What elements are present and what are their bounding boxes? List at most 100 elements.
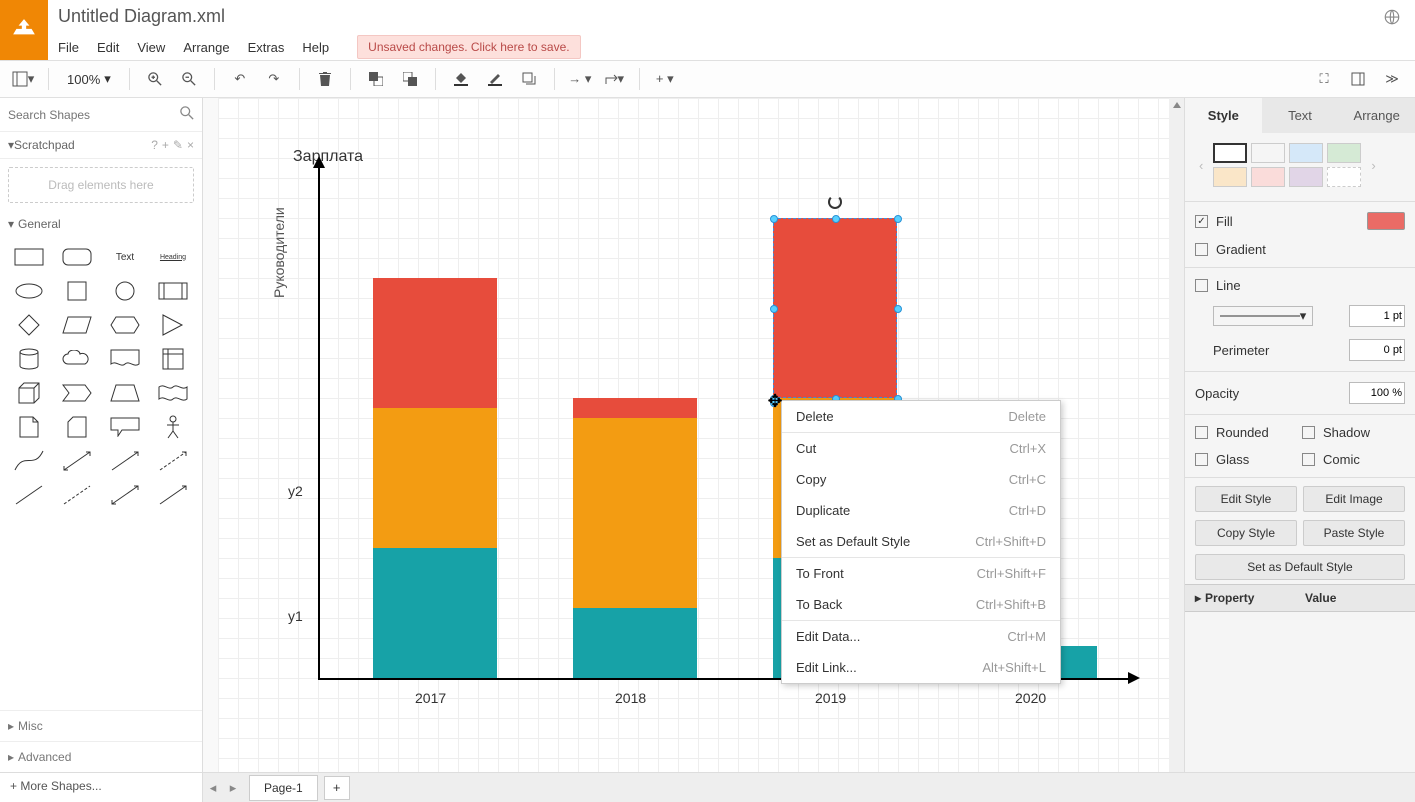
ctx-item[interactable]: DeleteDelete xyxy=(782,401,1060,432)
misc-section[interactable]: ▸ Misc xyxy=(0,710,202,741)
redo-icon[interactable]: ↷ xyxy=(259,65,289,93)
swatch[interactable] xyxy=(1251,143,1285,163)
resize-handle[interactable] xyxy=(770,305,778,313)
fill-swatch[interactable] xyxy=(1367,212,1405,230)
shape-dashed-arrow[interactable] xyxy=(152,447,194,475)
line-color-icon[interactable] xyxy=(480,65,510,93)
shape-note[interactable] xyxy=(8,413,50,441)
resize-handle[interactable] xyxy=(894,305,902,313)
shape-document[interactable] xyxy=(104,345,146,373)
shape-ellipse[interactable] xyxy=(8,277,50,305)
bar-segment[interactable] xyxy=(573,418,697,608)
ctx-item[interactable]: To BackCtrl+Shift+B xyxy=(782,589,1060,620)
shape-square[interactable] xyxy=(56,277,98,305)
chevron-down-icon[interactable]: ▾ xyxy=(8,217,14,231)
shape-rounded-rect[interactable] xyxy=(56,243,98,271)
ctx-item[interactable]: Edit Link...Alt+Shift+L xyxy=(782,652,1060,683)
bar-segment[interactable] xyxy=(373,278,497,408)
bar-segment[interactable] xyxy=(373,408,497,548)
tab-text[interactable]: Text xyxy=(1262,98,1339,133)
format-panel-icon[interactable] xyxy=(1343,65,1373,93)
paste-style-button[interactable]: Paste Style xyxy=(1303,520,1405,546)
zoom-out-icon[interactable] xyxy=(174,65,204,93)
gradient-checkbox[interactable] xyxy=(1195,243,1208,256)
ctx-item[interactable]: Edit Data...Ctrl+M xyxy=(782,621,1060,652)
ctx-item[interactable]: Set as Default StyleCtrl+Shift+D xyxy=(782,526,1060,557)
bar-segment[interactable] xyxy=(373,548,497,678)
swatch[interactable] xyxy=(1251,167,1285,187)
shape-step[interactable] xyxy=(56,379,98,407)
page-prev-icon[interactable]: ◂ xyxy=(203,780,223,796)
add-page-button[interactable]: + xyxy=(324,776,350,800)
fullscreen-icon[interactable]: ⛶ xyxy=(1309,65,1339,93)
swatch[interactable] xyxy=(1327,143,1361,163)
shape-process[interactable] xyxy=(152,277,194,305)
edit-style-button[interactable]: Edit Style xyxy=(1195,486,1297,512)
shape-diamond[interactable] xyxy=(8,311,50,339)
perimeter-input[interactable] xyxy=(1349,339,1405,361)
shape-rect[interactable] xyxy=(8,243,50,271)
swatch-next-icon[interactable]: › xyxy=(1367,158,1379,173)
shape-tape[interactable] xyxy=(152,379,194,407)
fill-color-icon[interactable] xyxy=(446,65,476,93)
shape-cloud[interactable] xyxy=(56,345,98,373)
swatch[interactable] xyxy=(1327,167,1361,187)
ctx-item[interactable]: To FrontCtrl+Shift+F xyxy=(782,558,1060,589)
connection-icon[interactable]: → ▾ xyxy=(565,65,595,93)
resize-handle[interactable] xyxy=(894,215,902,223)
resize-handle[interactable] xyxy=(770,215,778,223)
shape-bidir-thin[interactable] xyxy=(104,481,146,509)
shape-cube[interactable] xyxy=(8,379,50,407)
menu-file[interactable]: File xyxy=(58,40,79,55)
line-style-select[interactable]: ▾ xyxy=(1213,306,1313,326)
shape-cylinder[interactable] xyxy=(8,345,50,373)
view-options-button[interactable]: ▾ xyxy=(8,65,38,93)
scratchpad-drop[interactable]: Drag elements here xyxy=(8,167,194,203)
to-back-icon[interactable] xyxy=(395,65,425,93)
shape-triangle[interactable] xyxy=(152,311,194,339)
opacity-input[interactable] xyxy=(1349,382,1405,404)
ctx-item[interactable]: CopyCtrl+C xyxy=(782,464,1060,495)
rounded-checkbox[interactable] xyxy=(1195,426,1208,439)
shape-parallelogram[interactable] xyxy=(56,311,98,339)
shape-card[interactable] xyxy=(56,413,98,441)
document-title[interactable]: Untitled Diagram.xml xyxy=(58,6,581,27)
bar-segment[interactable] xyxy=(573,608,697,678)
shape-internal-storage[interactable] xyxy=(152,345,194,373)
advanced-section[interactable]: ▸ Advanced xyxy=(0,741,202,772)
copy-style-button[interactable]: Copy Style xyxy=(1195,520,1297,546)
shape-callout[interactable] xyxy=(104,413,146,441)
rotate-handle-icon[interactable] xyxy=(828,195,842,209)
line-checkbox[interactable] xyxy=(1195,279,1208,292)
comic-checkbox[interactable] xyxy=(1302,453,1315,466)
search-icon[interactable] xyxy=(180,106,194,123)
more-shapes-button[interactable]: + More Shapes... xyxy=(0,773,203,802)
zoom-in-icon[interactable] xyxy=(140,65,170,93)
line-width-input[interactable] xyxy=(1349,305,1405,327)
shape-trapezoid[interactable] xyxy=(104,379,146,407)
menu-help[interactable]: Help xyxy=(302,40,329,55)
shape-bidir-arrow[interactable] xyxy=(56,447,98,475)
menu-extras[interactable]: Extras xyxy=(248,40,285,55)
swatch[interactable] xyxy=(1213,167,1247,187)
shape-curve[interactable] xyxy=(8,447,50,475)
menu-arrange[interactable]: Arrange xyxy=(183,40,229,55)
shape-circle[interactable] xyxy=(104,277,146,305)
shape-hexagon[interactable] xyxy=(104,311,146,339)
menu-view[interactable]: View xyxy=(137,40,165,55)
swatch-prev-icon[interactable]: ‹ xyxy=(1195,158,1207,173)
delete-icon[interactable] xyxy=(310,65,340,93)
to-front-icon[interactable] xyxy=(361,65,391,93)
insert-icon[interactable]: + ▾ xyxy=(650,65,680,93)
page-next-icon[interactable]: ▸ xyxy=(223,780,243,796)
canvas[interactable]: Зарплата Руководители y1y220172018201920… xyxy=(203,98,1184,772)
app-logo[interactable] xyxy=(0,0,48,60)
zoom-select[interactable]: 100% ▾ xyxy=(59,71,119,87)
undo-icon[interactable]: ↶ xyxy=(225,65,255,93)
general-label[interactable]: General xyxy=(18,217,61,231)
add-icon[interactable]: + xyxy=(162,138,169,152)
resize-handle[interactable] xyxy=(832,215,840,223)
ctx-item[interactable]: DuplicateCtrl+D xyxy=(782,495,1060,526)
page-tab[interactable]: Page-1 xyxy=(249,775,318,801)
shadow-icon[interactable] xyxy=(514,65,544,93)
